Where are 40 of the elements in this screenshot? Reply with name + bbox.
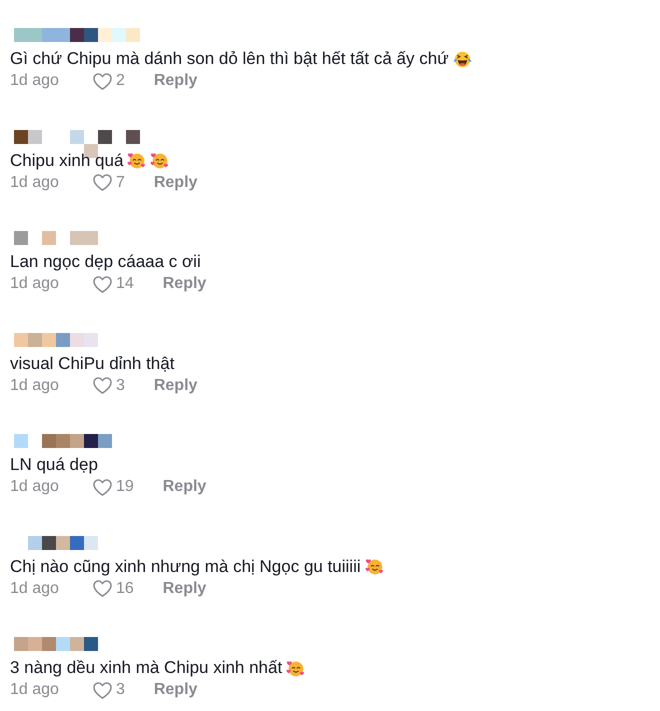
like-count: 2 (116, 72, 125, 90)
like-count: 3 (116, 376, 125, 394)
reply-button[interactable]: Reply (162, 578, 206, 598)
like-count: 19 (116, 478, 134, 496)
heart-icon[interactable] (92, 377, 112, 394)
smiling-hearts-face-icon (150, 152, 170, 169)
reply-button[interactable]: Reply (154, 172, 198, 192)
reply-button[interactable]: Reply (154, 680, 198, 700)
like-count: 3 (116, 681, 125, 699)
like-count: 14 (116, 275, 134, 293)
comment-text: 3 nàng dều xinh mà Chipu xinh nhất (10, 658, 282, 678)
heart-icon[interactable] (92, 276, 112, 292)
smiling-hearts-face-icon (127, 152, 146, 169)
comment-text: LN quá dẹp (10, 455, 98, 475)
reply-button[interactable]: Reply (154, 376, 198, 396)
comment-time: 1d ago (10, 275, 59, 293)
comment-time: 1d ago (10, 376, 59, 394)
heart-icon[interactable] (92, 682, 112, 698)
comment-text: Lan ngọc dẹp cáaaa c ơii (10, 252, 201, 272)
comment-text: Chị nào cũng xinh nhưng mà chị Ngọc gu tuiiiii (10, 556, 361, 576)
smiling-hearts-face-icon (364, 558, 384, 575)
reply-button[interactable]: Reply (162, 477, 206, 497)
like-count: 7 (116, 174, 125, 192)
comment-text: visual ChiPu dỉnh thật (10, 354, 174, 374)
heart-icon[interactable] (92, 72, 112, 90)
comment-time: 1d ago (10, 174, 59, 192)
comment-time: 1d ago (10, 681, 59, 699)
reply-button[interactable]: Reply (162, 274, 206, 294)
comment-text: Gì chứ Chipu mà dánh son dỏ lên thì bật hết tất cả ấy chứ (10, 49, 449, 69)
reply-button[interactable]: Reply (154, 71, 198, 91)
comment-time: 1d ago (10, 580, 59, 598)
comment-time: 1d ago (10, 478, 59, 496)
comment-text: Chipu xinh quá (10, 150, 124, 170)
comment-time: 1d ago (10, 72, 59, 90)
like-count: 16 (116, 580, 134, 598)
laughing-tears-face-icon (452, 50, 472, 68)
heart-icon[interactable] (92, 478, 112, 496)
heart-icon[interactable] (92, 174, 112, 191)
heart-icon[interactable] (92, 580, 112, 597)
smiling-hearts-face-icon (286, 660, 306, 676)
